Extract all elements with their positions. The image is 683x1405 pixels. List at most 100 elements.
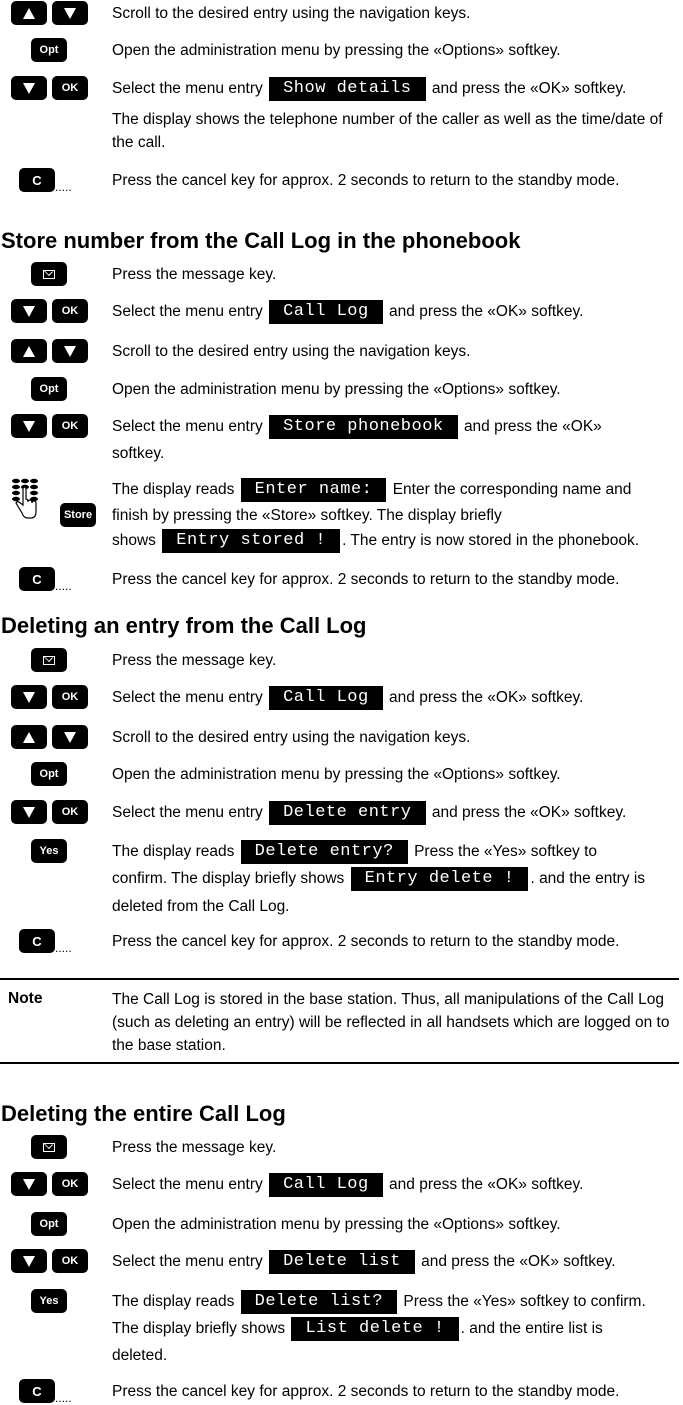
step-text: Open the administration menu by pressing…: [112, 42, 561, 59]
lcd-display: Store phonebook: [269, 414, 458, 439]
nav-up-key[interactable]: [11, 725, 47, 749]
ok-key[interactable]: OK: [52, 1249, 88, 1273]
step-text: Open the administration menu by pressing…: [112, 1216, 561, 1233]
lcd-display: List delete !: [291, 1316, 459, 1341]
store-key[interactable]: Store: [60, 503, 96, 527]
envelope-icon: [43, 269, 55, 279]
step-text: Select the menu entry: [112, 418, 263, 435]
arrow-up-icon: [23, 7, 35, 19]
envelope-icon: [43, 1142, 55, 1152]
step-text: The display reads: [112, 1293, 235, 1310]
ok-key[interactable]: OK: [52, 414, 88, 438]
ok-key[interactable]: OK: [52, 299, 88, 323]
yes-key[interactable]: Yes: [31, 839, 67, 863]
step-text: Press the cancel key for approx. 2 secon…: [112, 571, 620, 588]
cancel-key[interactable]: C: [19, 929, 55, 953]
step-text: and press the «OK» softkey.: [431, 804, 627, 821]
arrow-down-icon: [64, 7, 76, 19]
arrow-up-icon: [23, 345, 35, 357]
ok-key[interactable]: OK: [52, 76, 88, 100]
step-text: Select the menu entry: [112, 303, 263, 320]
nav-down-key[interactable]: [52, 1, 88, 25]
section-title-store: Store number from the Call Log in the ph…: [1, 228, 521, 253]
arrow-down-icon: [23, 420, 35, 432]
step-text: and press the «OK» softkey.: [389, 1176, 584, 1193]
step-text: and press the «OK»: [463, 418, 602, 435]
arrow-up-icon: [23, 731, 35, 743]
lcd-display: Entry stored !: [162, 528, 341, 553]
message-key[interactable]: [31, 262, 67, 286]
step-text: Select the menu entry: [112, 689, 263, 706]
yes-key[interactable]: Yes: [31, 1289, 67, 1313]
lcd-display: Call Log: [269, 1172, 383, 1197]
lcd-display: Call Log: [269, 685, 383, 710]
nav-down-key[interactable]: [11, 414, 47, 438]
step-text: Press the message key.: [112, 266, 277, 283]
step-text: Select the menu entry: [112, 1253, 263, 1270]
lcd-display: Call Log: [269, 299, 383, 324]
nav-down-key[interactable]: [11, 685, 47, 709]
nav-down-key[interactable]: [52, 725, 88, 749]
lcd-display: Delete list: [269, 1249, 415, 1274]
step-text: Press the cancel key for approx. 2 secon…: [112, 172, 620, 189]
step-text: Press the «Yes» softkey to: [414, 843, 598, 860]
opt-key[interactable]: Opt: [31, 377, 67, 401]
arrow-down-icon: [23, 806, 35, 818]
step-text: and press the «OK» softkey.: [389, 689, 584, 706]
step-text: Scroll to the desired entry using the na…: [112, 729, 471, 746]
nav-up-key[interactable]: [11, 1, 47, 25]
hold-dots: .....: [55, 1391, 72, 1405]
nav-down-key[interactable]: [11, 299, 47, 323]
step-text: Press the message key.: [112, 652, 277, 669]
cancel-key[interactable]: C: [19, 1379, 55, 1403]
nav-down-key[interactable]: [11, 76, 47, 100]
lcd-display: Entry delete !: [350, 866, 529, 891]
lcd-display: Enter name:: [240, 477, 387, 502]
step-text: . and the entry is: [530, 870, 646, 887]
hold-dots: .....: [55, 579, 72, 593]
lcd-display: Show details: [269, 76, 426, 101]
note-label: Note: [8, 990, 43, 1007]
step-text: . and the entire list is: [460, 1320, 603, 1337]
step-text: Scroll to the desired entry using the na…: [112, 343, 471, 360]
opt-key[interactable]: Opt: [31, 762, 67, 786]
step-text: and press the «OK» softkey.: [389, 303, 584, 320]
step-text: The display reads: [112, 843, 235, 860]
message-key[interactable]: [31, 1135, 67, 1159]
arrow-down-icon: [23, 1178, 35, 1190]
step-text: deleted.: [112, 1347, 168, 1364]
step-text: shows: [112, 532, 156, 549]
nav-down-key[interactable]: [11, 1172, 47, 1196]
step-text: Press the message key.: [112, 1139, 277, 1156]
step-text: deleted from the Call Log.: [112, 898, 290, 915]
hold-dots: .....: [55, 180, 72, 194]
nav-down-key[interactable]: [52, 339, 88, 363]
nav-down-key[interactable]: [11, 800, 47, 824]
opt-key[interactable]: Opt: [31, 1212, 67, 1236]
step-text: Press the «Yes» softkey to confirm.: [403, 1293, 646, 1310]
arrow-down-icon: [23, 82, 35, 94]
step-text: . The entry is now stored in the phonebo…: [342, 532, 640, 549]
step-text: Press the cancel key for approx. 2 secon…: [112, 933, 620, 950]
step-text: The display shows the telephone number o…: [112, 111, 663, 151]
lcd-display: Delete entry?: [240, 839, 408, 864]
step-text: Press the cancel key for approx. 2 secon…: [112, 1383, 620, 1400]
arrow-down-icon: [23, 691, 35, 703]
nav-up-key[interactable]: [11, 339, 47, 363]
step-text: Scroll to the desired entry using the na…: [112, 5, 471, 22]
ok-key[interactable]: OK: [52, 1172, 88, 1196]
step-text: finish by pressing the «Store» softkey. …: [112, 507, 502, 524]
ok-key[interactable]: OK: [52, 685, 88, 709]
cancel-key[interactable]: C: [19, 567, 55, 591]
keypad-icon: [10, 477, 42, 530]
opt-key[interactable]: Opt: [31, 38, 67, 62]
message-key[interactable]: [31, 648, 67, 672]
cancel-key[interactable]: C: [19, 168, 55, 192]
nav-down-key[interactable]: [11, 1249, 47, 1273]
section-title-delete-entry: Deleting an entry from the Call Log: [1, 613, 367, 638]
step-text: confirm. The display briefly shows: [112, 870, 345, 887]
step-text: softkey.: [112, 445, 165, 462]
ok-key[interactable]: OK: [52, 800, 88, 824]
step-text: and press the «OK» softkey.: [421, 1253, 616, 1270]
section-title-delete-all: Deleting the entire Call Log: [1, 1101, 286, 1126]
